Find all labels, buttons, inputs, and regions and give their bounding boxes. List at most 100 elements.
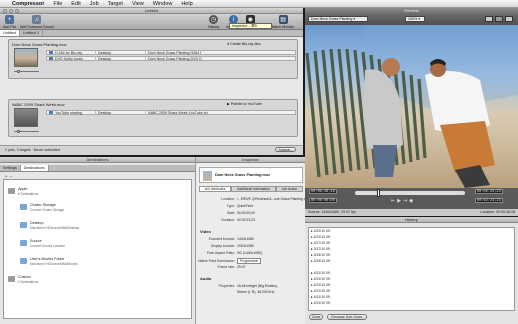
list-item[interactable]: ▸ 3/15/10 09:	[311, 253, 331, 257]
add-file-button[interactable]: + Add File	[3, 15, 16, 29]
list-item-source[interactable]: Source Convert Source Location	[30, 239, 65, 248]
job-1-action-link[interactable]: ● Create Blu-ray disc	[227, 42, 261, 46]
close-icon[interactable]	[3, 9, 7, 13]
target-output[interactable]: Dom Neck Grass Planting-H264 f	[145, 50, 225, 55]
list-item[interactable]: ▸ 4/21/10 09:	[311, 301, 331, 305]
menu-target[interactable]: Target	[108, 1, 123, 7]
target-output[interactable]: Dom Neck Grass Planting-DVD D	[145, 56, 225, 61]
source-job-1[interactable]: Dom Neck Grass Planting.mov ● Create Blu…	[8, 39, 298, 79]
slider-knob[interactable]	[17, 130, 20, 133]
source-job-2[interactable]: NABC 2009 Shark Week.mov ▶ Publish to Yo…	[8, 99, 298, 137]
list-item[interactable]: ▸ 4/21/10 09:	[311, 295, 331, 299]
list-item-cluster-storage[interactable]: Cluster Storage Convert Cluster Storage	[30, 203, 64, 212]
output-view-icon[interactable]	[505, 16, 513, 22]
menu-app-name[interactable]: Compressor	[12, 1, 44, 7]
list-item[interactable]: ▸ 4/21/10 09:	[311, 289, 331, 293]
split-view-icon[interactable]	[495, 16, 503, 22]
list-item-apple[interactable]: Apple 6 Destinations	[18, 187, 38, 196]
list-item[interactable]: ▸ 4/21/10 09:	[311, 271, 331, 275]
tab-destinations[interactable]: Destinations	[20, 165, 49, 171]
batch-monitor-button[interactable]: ▤ Batch Monitor	[272, 15, 294, 29]
tab-settings[interactable]: Settings	[0, 165, 21, 171]
list-item[interactable]: ▸ 3/15/10 09:	[311, 259, 331, 263]
tab-additional-information[interactable]: Additional Information	[231, 186, 276, 192]
list-item-desktop[interactable]: Desktop Macintosh HD/Users/NAB/Desktop	[30, 221, 79, 230]
field-dominance-select[interactable]: Progressive	[237, 258, 261, 264]
list-item[interactable]: ▸ 4/22/10 09:	[311, 229, 331, 233]
prop-value: 16-bit Integer (Big Endian),	[237, 284, 278, 288]
in-point-icon[interactable]: ⇤	[391, 198, 395, 204]
source-view-icon[interactable]	[485, 16, 493, 22]
batch-status-bar: 2 jobs, 3 targets · Never submitted	[0, 145, 303, 155]
list-item[interactable]: ▸ 4/21/10 09:	[311, 235, 331, 239]
play-icon[interactable]: ▶	[397, 198, 401, 204]
menu-job[interactable]: Job	[90, 1, 99, 7]
history-date: 4/22/10 09:	[313, 229, 331, 233]
clear-history-button[interactable]: Clear	[309, 314, 323, 320]
zoom-select[interactable]: 100% ▾	[405, 16, 425, 22]
target-checkbox[interactable]	[49, 51, 53, 54]
playhead-scrubber[interactable]	[355, 189, 465, 197]
destination-name: Desktop	[30, 221, 44, 225]
marker-icon[interactable]: ◆	[409, 198, 413, 204]
menu-edit[interactable]: Edit	[71, 1, 80, 7]
timecode-duration[interactable]: 00:02:23;23	[475, 189, 503, 194]
target-row[interactable]: DVD Dolby Audio Desktop Dom Neck Grass P…	[46, 56, 296, 61]
destinations-window: Destinations Settings Destinations ＋ － A…	[0, 157, 195, 324]
list-item-movies-folder[interactable]: User's Movies Folder Macintosh HD/Users/…	[30, 257, 78, 266]
target-destination[interactable]: Desktop	[95, 56, 145, 61]
target-destination[interactable]: Desktop	[95, 110, 145, 115]
target-destination[interactable]: Desktop	[95, 50, 145, 55]
tab-av-attributes[interactable]: A/V Attributes	[199, 186, 231, 192]
tab-untitled[interactable]: Untitled	[0, 30, 20, 36]
job-2-action-link[interactable]: ▶ Publish to YouTube	[227, 102, 262, 106]
zoom-icon[interactable]	[15, 9, 19, 13]
tab-job-action[interactable]: Job Action	[276, 186, 303, 192]
list-item[interactable]: ▸ 4/21/10 09:	[311, 283, 331, 287]
prop-label: Location:	[221, 197, 235, 201]
job-1-scrub-slider[interactable]	[14, 70, 39, 73]
job-2-scrub-slider[interactable]	[14, 130, 39, 133]
add-surround-button[interactable]: ♫ Add Surround Sound	[20, 15, 54, 29]
list-item[interactable]: ▸ 4/21/10 09:	[311, 277, 331, 281]
slider-knob[interactable]	[17, 70, 20, 73]
list-item[interactable]: ▸ 3/17/10 09:	[311, 241, 331, 245]
target-setting: H.264 for Blu-ray	[55, 50, 83, 55]
menu-help[interactable]: Help	[181, 1, 192, 7]
reverse-sort-button[interactable]: Reverse Sort Order	[327, 314, 367, 320]
target-checkbox[interactable]	[49, 111, 53, 114]
quicktime-file-icon	[203, 171, 212, 181]
prop-value: QuickTime	[237, 204, 254, 208]
list-item-custom[interactable]: Custom 0 Destinations	[18, 275, 38, 284]
out-point-icon[interactable]: ⇥	[403, 198, 407, 204]
history-button[interactable]: ◷ History	[208, 15, 219, 29]
destination-name: Cluster Storage	[30, 203, 56, 207]
history-date: 4/21/10 09:	[313, 277, 331, 281]
target-output[interactable]: NABC 2009 Shark Week-YouTube sh	[145, 110, 225, 115]
timecode-out[interactable]: 00:02:23;23	[475, 198, 503, 203]
destination-sub: 6 Destinations	[18, 191, 39, 196]
tab-untitled-2[interactable]: Untitled 2	[20, 30, 43, 36]
prop-label: Properties:	[218, 284, 235, 288]
preview-video-frame[interactable]	[305, 25, 518, 188]
clip-select[interactable]: Dom Neck Grass Planting ▾	[308, 16, 368, 22]
destination-sub: Macintosh HD/Users/NAB/Desktop	[30, 225, 80, 230]
submit-button[interactable]: Submit...	[275, 147, 296, 152]
inspector-file-name: Dom Neck Grass Planting.mov	[215, 173, 271, 177]
menu-file[interactable]: File	[53, 1, 62, 7]
target-row[interactable]: H.264 for Blu-ray Desktop Dom Neck Grass…	[46, 50, 296, 55]
transport-controls: ⇤ ▶ ⇥ ◆	[391, 198, 413, 204]
prop-value: Stereo (L R), 48.000 kHz	[237, 290, 275, 294]
target-row[interactable]: YouTube sharing Desktop NABC 2009 Shark …	[46, 110, 296, 115]
timecode-in[interactable]: 00:00:26;18	[309, 189, 337, 194]
list-item[interactable]: ▸ 3/17/10 09:	[311, 247, 331, 251]
timecode-current[interactable]: 00:00:00;00	[309, 198, 337, 203]
menu-window[interactable]: Window	[153, 1, 173, 7]
folder-icon	[20, 204, 27, 210]
menu-view[interactable]: View	[132, 1, 144, 7]
playhead-handle[interactable]	[377, 189, 380, 197]
target-checkbox[interactable]	[49, 57, 53, 60]
job-1-thumbnail	[14, 48, 38, 67]
source-info-bar: Source: 1440x1080, 29.97 fps Location: 0…	[305, 209, 518, 216]
minimize-icon[interactable]	[9, 9, 13, 13]
